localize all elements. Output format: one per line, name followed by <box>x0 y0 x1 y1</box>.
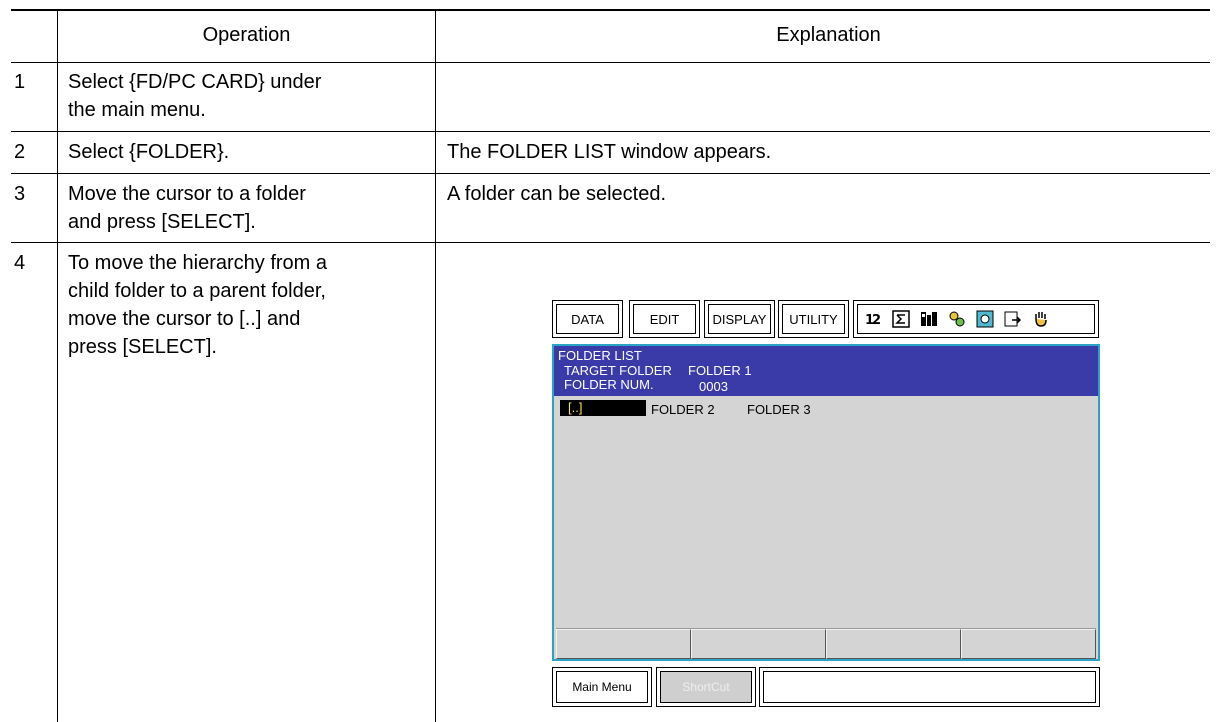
window-header: FOLDER LIST TARGET FOLDER FOLDER 1 FOLDE… <box>554 346 1098 396</box>
row1-number: 1 <box>14 71 26 93</box>
export-icon <box>1004 310 1022 328</box>
folder-item-3[interactable]: FOLDER 3 <box>747 402 811 417</box>
row3-bottom-rule <box>11 242 1210 243</box>
folder-num-label: FOLDER NUM. <box>564 377 654 392</box>
row4-operation-line4: press [SELECT]. <box>68 336 217 358</box>
row3-operation-line2: and press [SELECT]. <box>68 211 256 233</box>
mode-icon <box>920 310 938 328</box>
page-icon <box>976 310 994 328</box>
row1-operation-line2: the main menu. <box>68 99 206 121</box>
table-top-rule <box>11 9 1210 11</box>
row2-bottom-rule <box>11 173 1210 174</box>
pendant-screen: DATA EDIT DISPLAY UTILITY 12 FOLDER LIST… <box>549 296 1102 713</box>
folder-list-window: FOLDER LIST TARGET FOLDER FOLDER 1 FOLDE… <box>552 344 1100 661</box>
function-key-2[interactable] <box>691 629 826 659</box>
row1-bottom-rule <box>11 131 1210 132</box>
status-icon-bar: 12 <box>853 300 1099 338</box>
function-key-4[interactable] <box>961 629 1096 659</box>
row3-operation-line1: Move the cursor to a folder <box>68 183 306 205</box>
function-key-3[interactable] <box>826 629 961 659</box>
row3-number: 3 <box>14 183 26 205</box>
menu-edit-button[interactable]: EDIT <box>629 300 700 338</box>
row4-operation-line1: To move the hierarchy from a <box>68 252 327 274</box>
menu-utility-button[interactable]: UTILITY <box>778 300 849 338</box>
col-divider-2 <box>435 10 436 722</box>
function-key-1[interactable] <box>556 629 691 659</box>
menu-data-button[interactable]: DATA <box>552 300 623 338</box>
header-explanation: Explanation <box>776 24 881 46</box>
row3-explanation: A folder can be selected. <box>447 183 667 205</box>
row2-number: 2 <box>14 141 26 163</box>
hand-icon <box>1032 310 1050 328</box>
sum-icon <box>892 310 910 328</box>
shortcut-button[interactable]: ShortCut <box>656 667 756 707</box>
menu-display-button[interactable]: DISPLAY <box>704 300 775 338</box>
running-icon <box>948 310 966 328</box>
folder-item-parent[interactable]: [..] <box>560 400 646 416</box>
row4-operation-line3: move the cursor to [..] and <box>68 308 301 330</box>
bottom-bar: Main Menu ShortCut <box>552 667 1100 709</box>
tool-number-icon: 12 <box>864 310 882 328</box>
header-bottom-rule <box>11 62 1210 63</box>
row4-operation-line2: child folder to a parent folder, <box>68 280 326 302</box>
col-divider-1 <box>57 10 58 722</box>
window-title: FOLDER LIST <box>558 348 642 363</box>
function-key-bar <box>556 628 1096 659</box>
row4-number: 4 <box>14 252 26 274</box>
target-folder-value: FOLDER 1 <box>688 363 752 378</box>
message-area <box>759 667 1100 707</box>
main-menu-button[interactable]: Main Menu <box>552 667 652 707</box>
folder-item-2[interactable]: FOLDER 2 <box>651 402 715 417</box>
row1-operation-line1: Select {FD/PC CARD} under <box>68 71 322 93</box>
row2-explanation: The FOLDER LIST window appears. <box>447 141 772 163</box>
folder-num-value: 0003 <box>699 379 728 394</box>
target-folder-label: TARGET FOLDER <box>564 363 672 378</box>
header-operation: Operation <box>202 24 291 46</box>
row2-operation-line1: Select {FOLDER}. <box>68 141 230 163</box>
svg-text:2: 2 <box>872 313 881 328</box>
